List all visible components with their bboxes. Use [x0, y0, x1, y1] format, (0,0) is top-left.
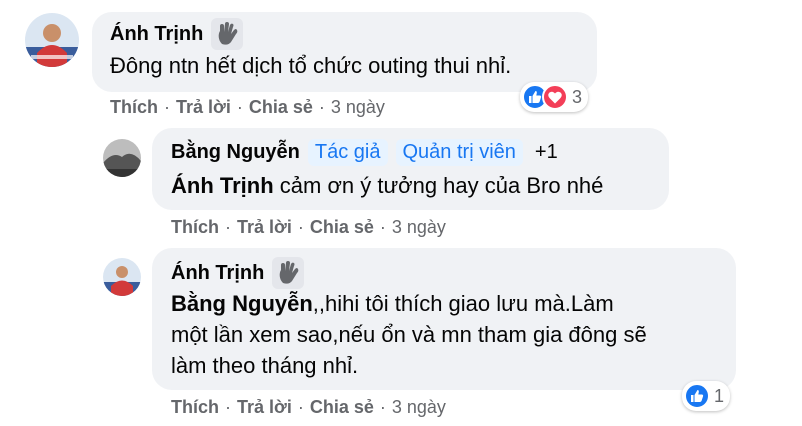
reply-link[interactable]: Trả lời: [176, 97, 231, 117]
like-link[interactable]: Thích: [110, 97, 158, 117]
comment-author[interactable]: Bằng Nguyễn: [171, 141, 300, 164]
like-link[interactable]: Thích: [171, 217, 219, 237]
love-icon: [542, 84, 568, 110]
share-link[interactable]: Chia sẻ: [249, 97, 313, 117]
comment-line: một lần xem sao,nếu ổn và mn tham gia đô…: [171, 322, 647, 347]
comment-text: Ánh Trịnh cảm ơn ý tưởng hay của Bro nhé: [171, 170, 603, 201]
comment-text: Đông ntn hết dịch tổ chức outing thui nh…: [110, 53, 512, 78]
comment-actions: Thích · Trả lời · Chia sẻ · 3 ngày: [171, 217, 446, 237]
reaction-summary[interactable]: 3: [520, 82, 589, 112]
avatar[interactable]: [103, 258, 141, 296]
reaction-count: 3: [572, 86, 583, 107]
comment-time[interactable]: 3 ngày: [331, 97, 385, 117]
comment-time[interactable]: 3 ngày: [392, 217, 446, 237]
author-badge[interactable]: Tác giả: [307, 139, 388, 166]
mention-link[interactable]: Ánh Trịnh: [171, 173, 274, 198]
comment-author[interactable]: Ánh Trịnh: [171, 262, 264, 285]
comment-line: ,,hihi tôi thích giao lưu mà.Làm: [312, 291, 614, 316]
reply-link[interactable]: Trả lời: [237, 217, 292, 237]
comment-actions: Thích · Trả lời · Chia sẻ · 3 ngày: [171, 397, 446, 417]
like-icon: [684, 383, 710, 409]
reaction-count: 1: [714, 385, 725, 406]
reaction-summary[interactable]: 1: [682, 381, 731, 411]
comment-time[interactable]: 3 ngày: [392, 397, 446, 417]
share-link[interactable]: Chia sẻ: [310, 397, 374, 417]
more-badges[interactable]: +1: [531, 141, 562, 164]
like-link[interactable]: Thích: [171, 397, 219, 417]
comment-text: Bằng Nguyễn,,hihi tôi thích giao lưu mà.…: [171, 288, 721, 381]
comment-body: cảm ơn ý tưởng hay của Bro nhé: [273, 173, 604, 198]
mention-link[interactable]: Bằng Nguyễn: [171, 291, 313, 316]
avatar[interactable]: [103, 139, 141, 177]
share-link[interactable]: Chia sẻ: [310, 217, 374, 237]
reply-link[interactable]: Trả lời: [237, 397, 292, 417]
admin-badge[interactable]: Quản trị viên: [395, 139, 523, 166]
comment-author[interactable]: Ánh Trịnh: [110, 23, 203, 46]
avatar[interactable]: [25, 13, 79, 67]
comment-line: làm theo tháng nhỉ.: [171, 353, 359, 378]
comment-actions: Thích · Trả lời · Chia sẻ · 3 ngày: [110, 97, 385, 117]
wave-icon[interactable]: [211, 18, 244, 50]
wave-icon[interactable]: [272, 257, 305, 289]
